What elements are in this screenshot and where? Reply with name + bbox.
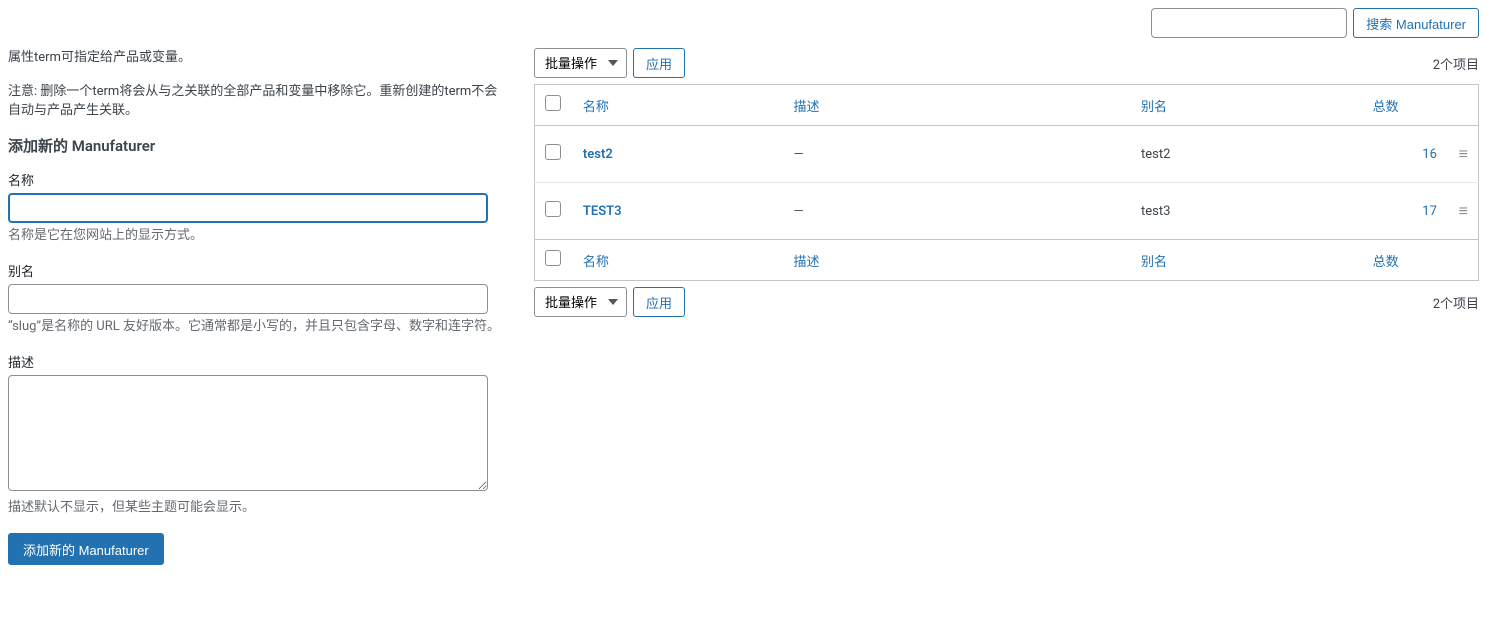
description-textarea[interactable]: [8, 375, 488, 491]
row-count-link[interactable]: 16: [1422, 147, 1437, 162]
select-all-top[interactable]: [545, 95, 561, 111]
row-slug: test2: [1131, 126, 1363, 183]
row-name-link[interactable]: TEST3: [583, 204, 622, 219]
row-name-link[interactable]: test2: [583, 147, 613, 162]
drag-handle-icon[interactable]: ≡: [1459, 203, 1468, 219]
search-button[interactable]: 搜索 Manufaturer: [1353, 8, 1479, 38]
row-count-link[interactable]: 17: [1422, 204, 1437, 219]
col-footer-count[interactable]: 总数: [1373, 255, 1399, 270]
search-input[interactable]: [1151, 8, 1347, 38]
slug-help: “slug”是名称的 URL 友好版本。它通常都是小写的，并且只包含字母、数字和…: [8, 318, 504, 336]
item-count-bottom: 2个项目: [1433, 293, 1479, 312]
row-checkbox[interactable]: [545, 144, 561, 160]
name-help: 名称是它在您网站上的显示方式。: [8, 227, 504, 245]
add-new-heading: 添加新的 Manufaturer: [8, 135, 504, 156]
row-slug: test3: [1131, 183, 1363, 240]
bulk-action-select-bottom[interactable]: 批量操作: [534, 287, 627, 317]
col-header-description[interactable]: 描述: [794, 100, 820, 115]
description-label: 描述: [8, 352, 504, 371]
col-header-count[interactable]: 总数: [1373, 100, 1399, 115]
bulk-action-select-top[interactable]: 批量操作: [534, 48, 627, 78]
col-header-slug[interactable]: 别名: [1141, 100, 1167, 115]
add-new-button[interactable]: 添加新的 Manufaturer: [8, 533, 164, 565]
drag-handle-icon[interactable]: ≡: [1459, 146, 1468, 162]
description-help: 描述默认不显示，但某些主题可能会显示。: [8, 499, 504, 517]
item-count-top: 2个项目: [1433, 54, 1479, 73]
row-checkbox[interactable]: [545, 201, 561, 217]
intro-text: 属性term可指定给产品或变量。: [8, 48, 504, 68]
row-description: —: [794, 147, 804, 162]
col-footer-slug[interactable]: 别名: [1141, 255, 1167, 270]
apply-button-top[interactable]: 应用: [633, 48, 685, 78]
table-row: test2 — test2 16 ≡: [535, 126, 1479, 183]
slug-input[interactable]: [8, 284, 488, 314]
table-row: TEST3 — test3 17 ≡: [535, 183, 1479, 240]
select-all-bottom[interactable]: [545, 250, 561, 266]
col-header-name[interactable]: 名称: [583, 100, 609, 115]
col-footer-name[interactable]: 名称: [583, 255, 609, 270]
slug-label: 别名: [8, 261, 504, 280]
row-description: —: [794, 204, 804, 219]
name-input[interactable]: [8, 193, 488, 223]
notice-text: 注意: 删除一个term将会从与之关联的全部产品和变量中移除它。重新创建的ter…: [8, 82, 504, 121]
col-footer-description[interactable]: 描述: [794, 255, 820, 270]
name-label: 名称: [8, 170, 504, 189]
terms-table: 名称 描述 别名 总数 test2 — test2 16 ≡: [534, 84, 1479, 281]
apply-button-bottom[interactable]: 应用: [633, 287, 685, 317]
